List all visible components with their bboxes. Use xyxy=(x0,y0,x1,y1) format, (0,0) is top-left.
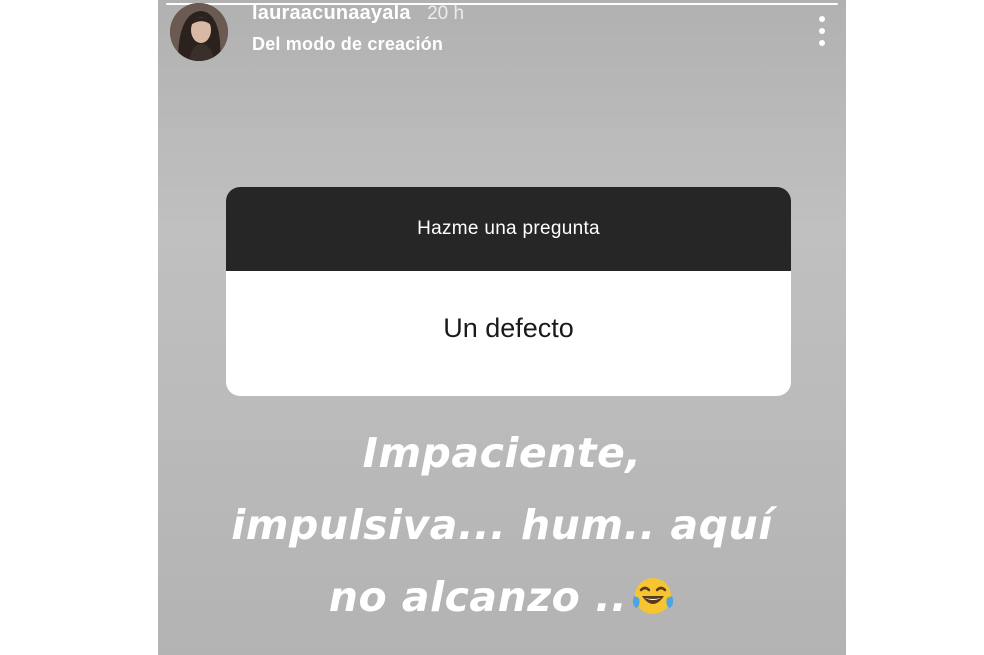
caption-line-2: impulsiva... hum.. aquí xyxy=(231,501,773,549)
more-vertical-icon[interactable] xyxy=(816,14,830,50)
profile-photo-icon xyxy=(170,3,228,61)
story-viewer[interactable]: lauraacunaayala 20 h Del modo de creació… xyxy=(158,0,846,655)
story-header: lauraacunaayala 20 h Del modo de creació… xyxy=(252,2,464,55)
caption-line-3-wrap: no alcanzo .. xyxy=(158,561,846,633)
story-subtitle: Del modo de creación xyxy=(252,34,444,54)
caption-line-1: Impaciente, xyxy=(362,429,642,477)
question-prompt: Hazme una pregunta xyxy=(226,187,791,271)
post-time: 20 h xyxy=(427,3,465,24)
face-with-tears-of-joy-icon xyxy=(633,578,674,614)
question-sticker[interactable]: Hazme una pregunta Un defecto xyxy=(226,187,791,396)
avatar[interactable] xyxy=(170,3,228,61)
caption-line-3: no alcanzo .. xyxy=(328,573,628,621)
username[interactable]: lauraacunaayala xyxy=(252,2,411,24)
question-answer: Un defecto xyxy=(443,313,574,343)
story-caption: Impaciente, impulsiva... hum.. aquí no a… xyxy=(158,417,846,633)
